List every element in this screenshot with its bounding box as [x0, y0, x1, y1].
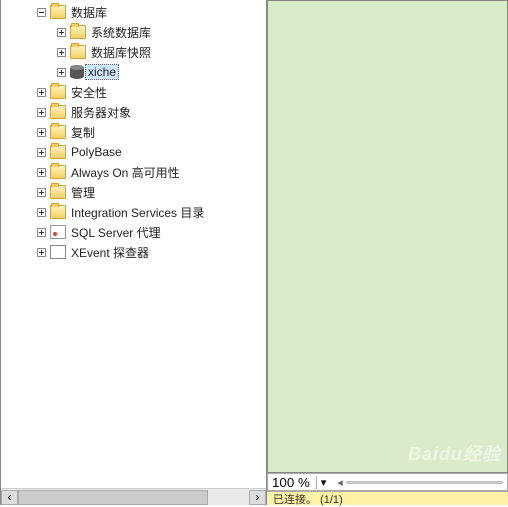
zoom-bar: ▾ ◂	[267, 473, 508, 491]
node-label: PolyBase	[70, 145, 123, 159]
node-security[interactable]: 安全性	[1, 82, 266, 102]
folder-icon	[50, 5, 66, 19]
node-management[interactable]: 管理	[1, 182, 266, 202]
tree-view: 数据库 系统数据库 数据库快照 xiche	[1, 0, 266, 488]
folder-icon	[50, 185, 66, 199]
node-label: SQL Server 代理	[70, 224, 162, 241]
node-label: 管理	[70, 184, 96, 201]
zoom-slider-left-icon[interactable]: ◂	[334, 476, 346, 489]
node-polybase[interactable]: PolyBase	[1, 142, 266, 162]
folder-icon	[70, 45, 86, 59]
expand-icon[interactable]	[37, 228, 46, 237]
collapse-icon[interactable]	[37, 8, 46, 17]
node-label: 数据库	[70, 4, 108, 21]
node-db-snapshots[interactable]: 数据库快照	[1, 42, 266, 62]
folder-icon	[50, 85, 66, 99]
zoom-slider-track[interactable]	[346, 481, 503, 484]
scroll-thumb[interactable]	[18, 490, 208, 505]
expand-icon[interactable]	[37, 108, 46, 117]
expand-icon[interactable]	[37, 208, 46, 217]
expand-icon[interactable]	[37, 128, 46, 137]
xevent-icon	[50, 245, 66, 259]
node-label: 服务器对象	[70, 104, 132, 121]
expand-icon[interactable]	[37, 88, 46, 97]
node-label: 系统数据库	[90, 24, 152, 41]
app-root: 数据库 系统数据库 数据库快照 xiche	[0, 0, 508, 505]
scroll-track[interactable]	[18, 490, 249, 505]
expand-icon[interactable]	[57, 48, 66, 57]
node-alwayson[interactable]: Always On 高可用性	[1, 162, 266, 182]
node-label: Integration Services 目录	[70, 204, 205, 221]
expand-icon[interactable]	[37, 168, 46, 177]
expand-icon[interactable]	[37, 148, 46, 157]
expand-icon[interactable]	[37, 248, 46, 257]
object-explorer-panel: 数据库 系统数据库 数据库快照 xiche	[0, 0, 266, 505]
zoom-input[interactable]	[268, 474, 316, 490]
node-system-databases[interactable]: 系统数据库	[1, 22, 266, 42]
folder-icon	[50, 205, 66, 219]
node-label: Always On 高可用性	[70, 164, 181, 181]
zoom-dropdown-button[interactable]: ▾	[316, 476, 330, 489]
agent-icon	[50, 225, 66, 239]
node-replication[interactable]: 复制	[1, 122, 266, 142]
status-text: 已连接。 (1/1)	[273, 491, 343, 507]
node-label: 安全性	[70, 84, 108, 101]
expand-icon[interactable]	[37, 188, 46, 197]
scroll-right-button[interactable]: ›	[249, 490, 266, 505]
editor-panel: Baidu经验 ▾ ◂ 已连接。 (1/1)	[266, 0, 508, 505]
node-xiche[interactable]: xiche	[1, 62, 266, 82]
status-bar: 已连接。 (1/1)	[267, 491, 508, 505]
scroll-left-button[interactable]: ‹	[1, 490, 18, 505]
database-icon	[70, 65, 84, 79]
folder-icon	[50, 145, 66, 159]
expand-icon[interactable]	[57, 68, 66, 77]
node-label: XEvent 探查器	[70, 244, 150, 261]
horizontal-scrollbar[interactable]: ‹ ›	[1, 488, 266, 505]
folder-icon	[50, 125, 66, 139]
zoom-slider[interactable]: ◂	[330, 476, 507, 489]
node-integration-services[interactable]: Integration Services 目录	[1, 202, 266, 222]
node-sql-agent[interactable]: SQL Server 代理	[1, 222, 266, 242]
diagram-canvas[interactable]: Baidu经验	[267, 0, 508, 473]
folder-icon	[50, 165, 66, 179]
node-server-objects[interactable]: 服务器对象	[1, 102, 266, 122]
expand-icon[interactable]	[57, 28, 66, 37]
node-databases[interactable]: 数据库	[1, 2, 266, 22]
node-label: 数据库快照	[90, 44, 152, 61]
folder-icon	[70, 25, 86, 39]
watermark: Baidu经验	[408, 440, 501, 466]
node-xevent[interactable]: XEvent 探查器	[1, 242, 266, 262]
node-label: xiche	[85, 64, 119, 80]
folder-icon	[50, 105, 66, 119]
node-label: 复制	[70, 124, 96, 141]
